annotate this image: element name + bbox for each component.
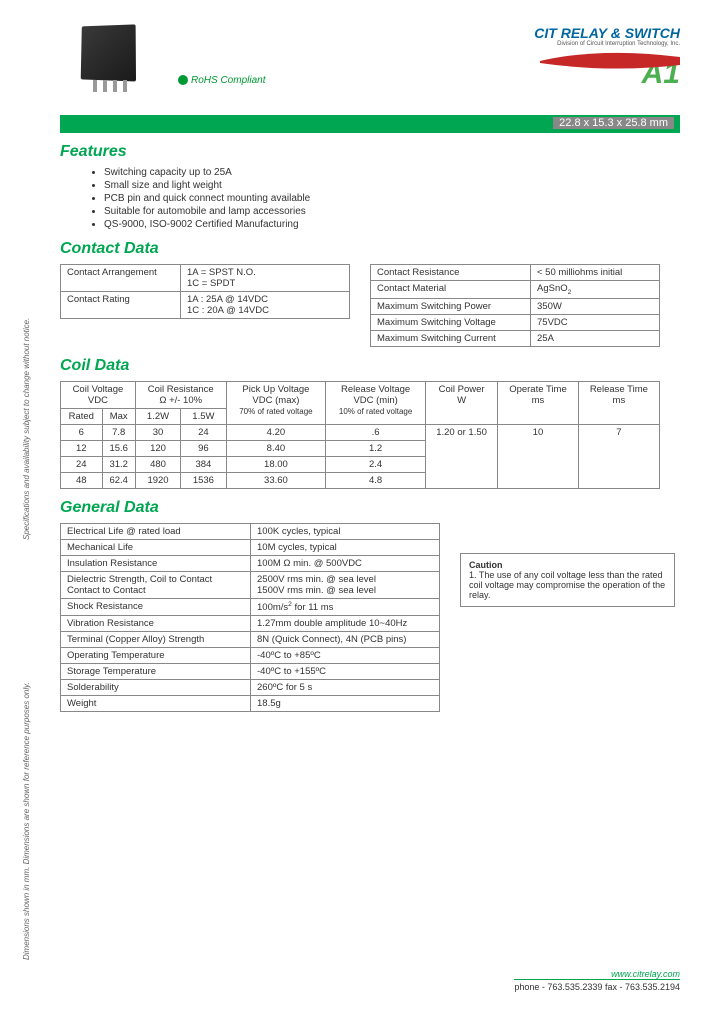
page: RoHS Compliant CIT RELAY & SWITCH Divisi… [0,0,720,732]
caution-box: Caution 1. The use of any coil voltage l… [460,553,675,607]
rohs-icon [178,75,188,85]
product-image [60,20,170,105]
footer-url: www.citrelay.com [514,969,680,979]
side-note-dim: Dimensions shown in mm. Dimensions are s… [22,682,31,960]
general-table: Electrical Life @ rated load100K cycles,… [60,523,440,712]
contact-table-left: Contact Arrangement1A = SPST N.O. 1C = S… [60,264,350,319]
brand-logo: CIT RELAY & SWITCH [440,25,680,41]
general-title: General Data [60,499,680,517]
feature-item: Switching capacity up to 25A [104,167,680,178]
logo-area: CIT RELAY & SWITCH Division of Circuit I… [440,25,680,91]
caution-text: 1. The use of any coil voltage less than… [469,570,665,600]
coil-table: Coil Voltage VDC Coil Resistance Ω +/- 1… [60,381,660,489]
features-list: Switching capacity up to 25A Small size … [60,167,680,230]
caution-title: Caution [469,560,503,570]
swoosh-icon [540,51,680,71]
dimensions: 22.8 x 15.3 x 25.8 mm [553,117,674,129]
feature-item: QS-9000, ISO-9002 Certified Manufacturin… [104,219,680,230]
feature-item: PCB pin and quick connect mounting avail… [104,193,680,204]
features-title: Features [60,143,680,161]
footer: www.citrelay.com phone - 763.535.2339 fa… [514,969,680,992]
coil-title: Coil Data [60,357,680,375]
footer-phone: phone - 763.535.2339 fax - 763.535.2194 [514,982,680,992]
dimension-bar: 22.8 x 15.3 x 25.8 mm [60,115,680,133]
feature-item: Small size and light weight [104,180,680,191]
side-note-spec: Specifications and availability subject … [22,318,31,540]
rohs-label: RoHS Compliant [178,75,265,86]
header: RoHS Compliant CIT RELAY & SWITCH Divisi… [60,20,680,115]
brand-subtitle: Division of Circuit Interruption Technol… [440,41,680,47]
feature-item: Suitable for automobile and lamp accesso… [104,206,680,217]
contact-title: Contact Data [60,240,680,258]
contact-table-right: Contact Resistance< 50 milliohms initial… [370,264,660,347]
